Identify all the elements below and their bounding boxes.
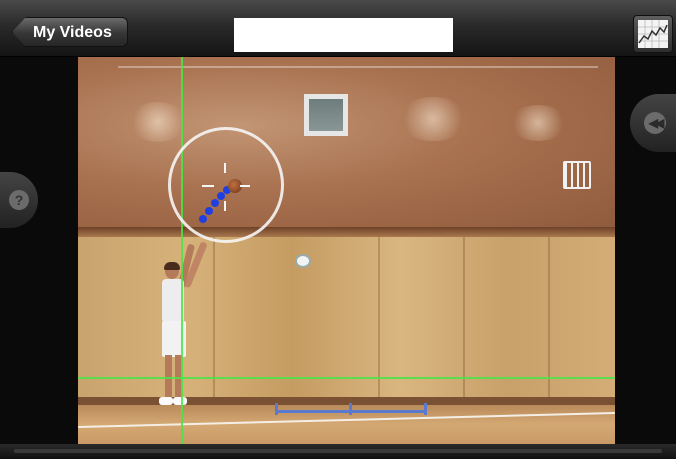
wall-rack (563, 161, 591, 189)
crosshair-bottom (224, 201, 226, 211)
gym-wall-upper (78, 57, 615, 229)
measure-tick (349, 403, 352, 415)
wall-marker (295, 254, 311, 268)
rewind-side-button[interactable]: ◀◀ (630, 94, 676, 152)
help-side-button[interactable]: ? (0, 172, 38, 228)
bottom-toolbar (0, 444, 676, 459)
crosshair-right (240, 185, 250, 187)
player-shoe (173, 397, 187, 405)
question-mark-icon: ? (9, 190, 29, 210)
measure-tick (424, 403, 427, 415)
graph-button[interactable] (633, 15, 673, 53)
wall-rail (78, 227, 615, 237)
timeline-scrubber[interactable] (14, 449, 662, 453)
crosshair-top (224, 163, 226, 173)
title-field (234, 18, 453, 52)
vertical-guide-line[interactable] (181, 57, 183, 444)
wall-vent (304, 94, 348, 136)
player-hair (164, 262, 180, 270)
horizontal-guide-line[interactable] (78, 377, 615, 379)
crosshair-left (202, 185, 214, 187)
my-videos-back-button[interactable]: My Videos (12, 17, 128, 47)
navigation-bar: My Videos (0, 0, 676, 57)
video-frame[interactable] (78, 57, 615, 444)
wall-light (128, 102, 188, 142)
player (158, 241, 208, 417)
graph-chart-icon (638, 20, 668, 48)
wall-light (508, 105, 568, 141)
rewind-icon: ◀◀ (644, 112, 666, 134)
measure-tick (275, 403, 278, 415)
ceiling-edge (118, 66, 598, 68)
player-shoe (159, 397, 173, 405)
wall-light (398, 97, 468, 141)
app-window: My Videos ? ◀◀ (0, 0, 676, 459)
tracking-circle[interactable] (168, 127, 284, 243)
